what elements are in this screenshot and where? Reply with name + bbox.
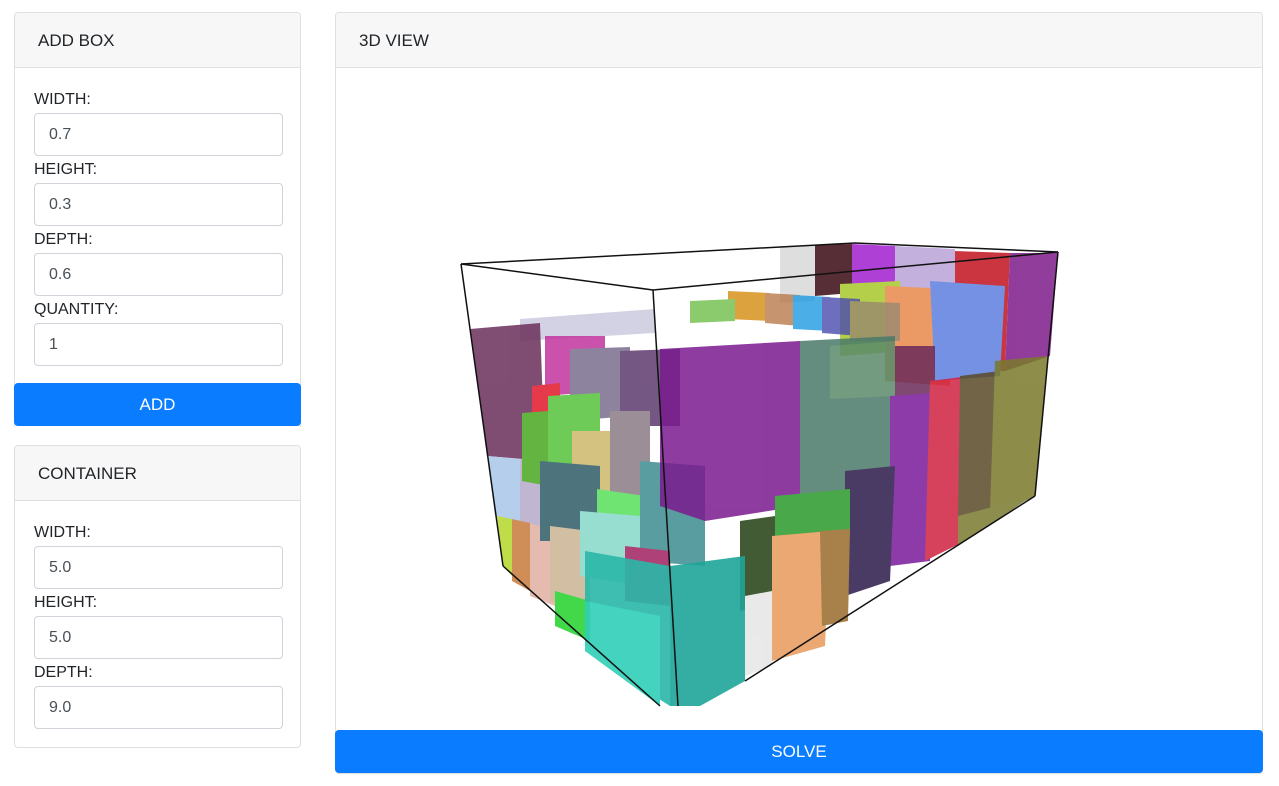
- container-width-label: WIDTH:: [34, 524, 91, 541]
- view-panel: 3D VIEW: [335, 12, 1263, 774]
- container-depth-input[interactable]: [34, 686, 283, 729]
- add-box-header: ADD BOX: [15, 13, 300, 68]
- solve-button[interactable]: SOLVE: [335, 730, 1263, 773]
- add-box-panel: ADD BOX WIDTH: HEIGHT: DEPTH: QUANTITY:: [14, 12, 301, 427]
- packed-box: [585, 551, 745, 706]
- box-quantity-input[interactable]: [34, 323, 283, 366]
- box-depth-input[interactable]: [34, 253, 283, 296]
- container-height-input[interactable]: [34, 616, 283, 659]
- add-button[interactable]: ADD: [14, 383, 301, 426]
- box-quantity-label: QUANTITY:: [34, 301, 119, 318]
- container-depth-label: DEPTH:: [34, 664, 93, 681]
- box-height-label: HEIGHT:: [34, 161, 98, 178]
- box-depth-label: DEPTH:: [34, 231, 93, 248]
- container-width-input[interactable]: [34, 546, 283, 589]
- container-panel: CONTAINER WIDTH: HEIGHT: DEPTH:: [14, 445, 301, 748]
- packed-box: [520, 291, 900, 341]
- container-header: CONTAINER: [15, 446, 300, 501]
- view-header: 3D VIEW: [336, 13, 1262, 68]
- 3d-viewport-canvas[interactable]: [336, 69, 1262, 719]
- box-width-input[interactable]: [34, 113, 283, 156]
- box-width-label: WIDTH:: [34, 91, 91, 108]
- container-height-label: HEIGHT:: [34, 594, 98, 611]
- box-height-input[interactable]: [34, 183, 283, 226]
